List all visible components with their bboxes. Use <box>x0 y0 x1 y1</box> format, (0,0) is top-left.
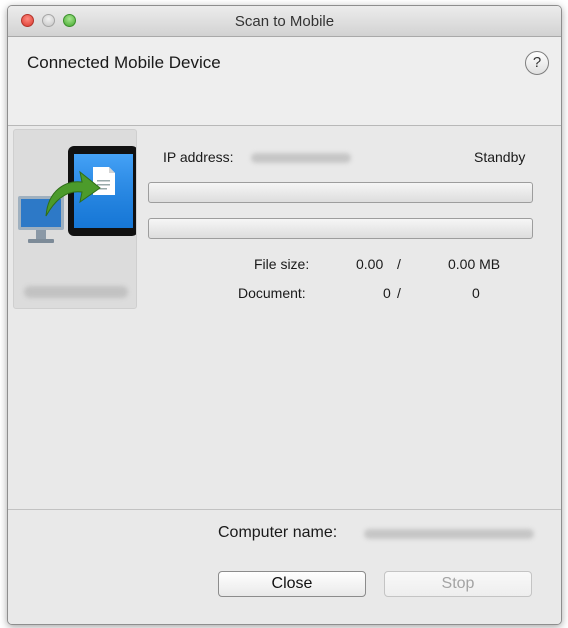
computer-name-label: Computer name: <box>218 524 338 541</box>
progress-bar-2 <box>148 218 533 239</box>
page-title: Connected Mobile Device <box>27 53 221 72</box>
connected-device-tile[interactable] <box>13 129 137 309</box>
help-button[interactable]: ? <box>525 51 549 75</box>
scan-to-mobile-window: Scan to Mobile Connected Mobile Device ? <box>7 5 562 625</box>
file-size-label: File size: <box>254 256 310 272</box>
computer-name-value-redacted <box>364 529 534 539</box>
file-size-done: 0.00 <box>356 256 384 272</box>
computer-to-mobile-transfer-icon <box>18 146 136 243</box>
progress-bar-1 <box>148 182 533 203</box>
header: Connected Mobile Device ? <box>8 37 561 126</box>
file-size-separator: / <box>397 256 401 272</box>
close-button[interactable]: Close <box>218 571 366 597</box>
device-name-redacted <box>24 286 128 298</box>
ip-address-value-redacted <box>251 153 351 163</box>
device-panel: IP address: Standby File size: 0.00 / 0.… <box>8 126 561 510</box>
document-label: Document: <box>238 285 306 301</box>
footer: Computer name: Close Stop <box>8 510 561 624</box>
stop-button[interactable]: Stop <box>384 571 532 597</box>
ip-address-label: IP address: <box>163 149 234 165</box>
document-separator: / <box>397 285 401 301</box>
title-bar: Scan to Mobile <box>8 6 561 37</box>
connection-status: Standby <box>474 149 526 165</box>
window-title: Scan to Mobile <box>234 13 335 30</box>
document-total: 0 <box>472 285 480 301</box>
document-done: 0 <box>383 285 391 301</box>
file-size-total: 0.00 MB <box>448 256 501 272</box>
